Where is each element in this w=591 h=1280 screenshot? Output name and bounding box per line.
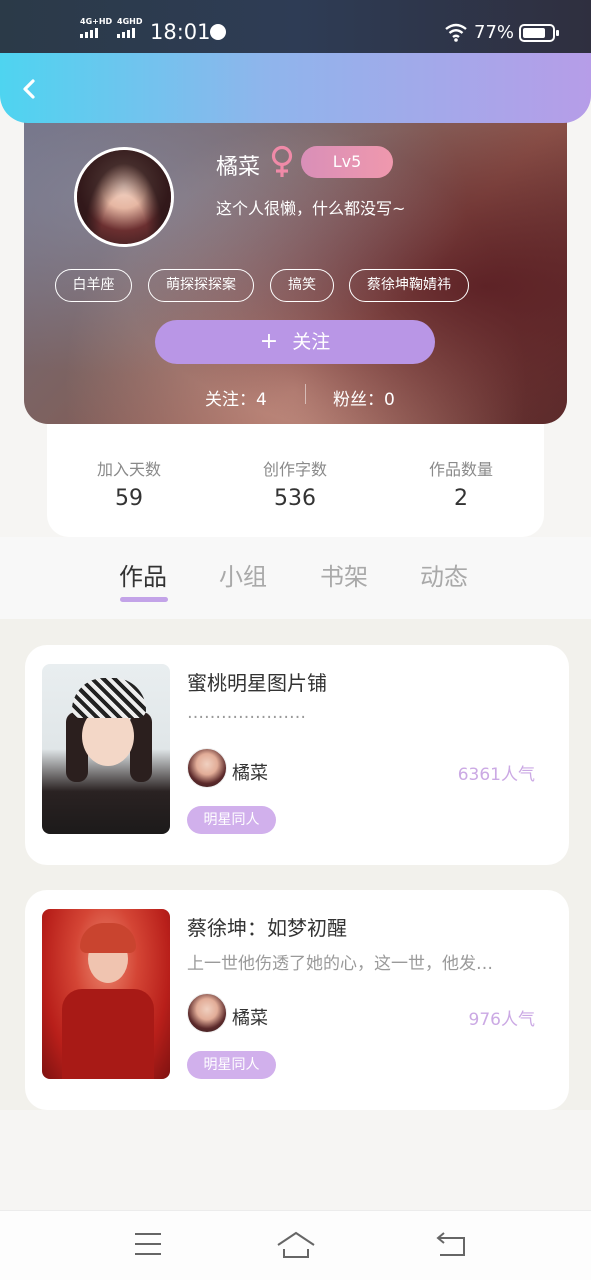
author-avatar: [187, 748, 227, 788]
chevron-left-icon[interactable]: [18, 77, 42, 101]
level-badge: Lv5: [301, 146, 393, 178]
work-description: …………………: [187, 703, 306, 723]
stat-value: 59: [115, 486, 143, 511]
stat-join-days: 加入天数 59: [59, 456, 199, 511]
status-time: 18:01: [150, 20, 211, 44]
work-cover-image: [42, 909, 170, 1079]
stat-works-count: 作品数量 2: [391, 456, 531, 511]
author-name: 橘菜: [232, 763, 268, 784]
work-category-tag[interactable]: 明星同人: [187, 806, 276, 834]
divider: [305, 384, 306, 404]
follow-button-label: 关注: [292, 331, 331, 353]
work-title: 蜜桃明星图片铺: [187, 671, 327, 695]
profile-avatar[interactable]: [74, 147, 174, 247]
system-nav-bar: [0, 1210, 591, 1280]
work-category-tag[interactable]: 明星同人: [187, 1051, 276, 1079]
follow-button[interactable]: + 关注: [155, 320, 435, 364]
status-bar: 4G+HD 4GHD 18:01 77%: [0, 0, 591, 56]
signal-icon: [80, 28, 98, 38]
profile-tag[interactable]: 萌探探探案: [148, 269, 254, 302]
battery-percent: 77%: [474, 22, 515, 43]
tab-works[interactable]: 作品: [119, 557, 167, 592]
plus-icon: +: [259, 329, 279, 354]
profile-username: 橘菜: [216, 155, 261, 180]
top-nav-bar: [0, 53, 591, 123]
work-description: 上一世他伤透了她的心，这一世，他发…: [187, 954, 493, 974]
work-card[interactable]: 蜜桃明星图片铺 ………………… 橘菜 6361人气 明星同人: [25, 645, 569, 865]
stat-word-count: 创作字数 536: [225, 456, 365, 511]
signal-label-2: 4GHD: [117, 17, 143, 26]
signal-icon: [117, 28, 135, 38]
back-icon[interactable]: [436, 1231, 466, 1257]
tab-activity[interactable]: 动态: [420, 557, 468, 592]
work-popularity: 6361人气: [457, 765, 535, 785]
wifi-icon: [445, 23, 467, 42]
signal-label-1: 4G+HD: [80, 17, 113, 26]
profile-tag[interactable]: 白羊座: [55, 269, 132, 302]
followers-count[interactable]: 粉丝：0: [333, 385, 395, 410]
stats-card: 加入天数 59 创作字数 536 作品数量 2: [47, 424, 544, 537]
work-title: 蔡徐坤：如梦初醒: [187, 916, 347, 940]
author-name: 橘菜: [232, 1008, 268, 1029]
tab-bar: 作品 小组 书架 动态: [0, 537, 591, 619]
profile-tag[interactable]: 蔡徐坤鞠婧祎: [349, 269, 469, 302]
home-icon[interactable]: [276, 1231, 316, 1259]
stat-value: 2: [454, 486, 468, 511]
profile-bio: 这个人很懒，什么都没写~: [216, 199, 406, 218]
work-card[interactable]: 蔡徐坤：如梦初醒 上一世他伤透了她的心，这一世，他发… 橘菜 976人气 明星同…: [25, 890, 569, 1110]
profile-header-background: [24, 80, 567, 424]
stat-label: 作品数量: [428, 460, 493, 479]
tab-active-indicator: [120, 597, 168, 602]
stat-label: 创作字数: [262, 460, 327, 479]
work-cover-image: [42, 664, 170, 834]
female-icon: [271, 145, 293, 177]
following-count[interactable]: 关注：4: [205, 385, 267, 410]
globe-icon: [210, 24, 226, 40]
tab-groups[interactable]: 小组: [219, 557, 267, 592]
tab-bookshelf[interactable]: 书架: [320, 557, 368, 592]
stat-value: 536: [274, 486, 316, 511]
author-avatar: [187, 993, 227, 1033]
profile-tag[interactable]: 搞笑: [270, 269, 334, 302]
work-popularity: 976人气: [468, 1010, 535, 1030]
battery-icon: [519, 24, 559, 42]
menu-icon[interactable]: [134, 1231, 162, 1257]
works-list: 蜜桃明星图片铺 ………………… 橘菜 6361人气 明星同人 蔡徐坤：如梦初醒 …: [0, 619, 591, 1110]
stat-label: 加入天数: [96, 460, 161, 479]
